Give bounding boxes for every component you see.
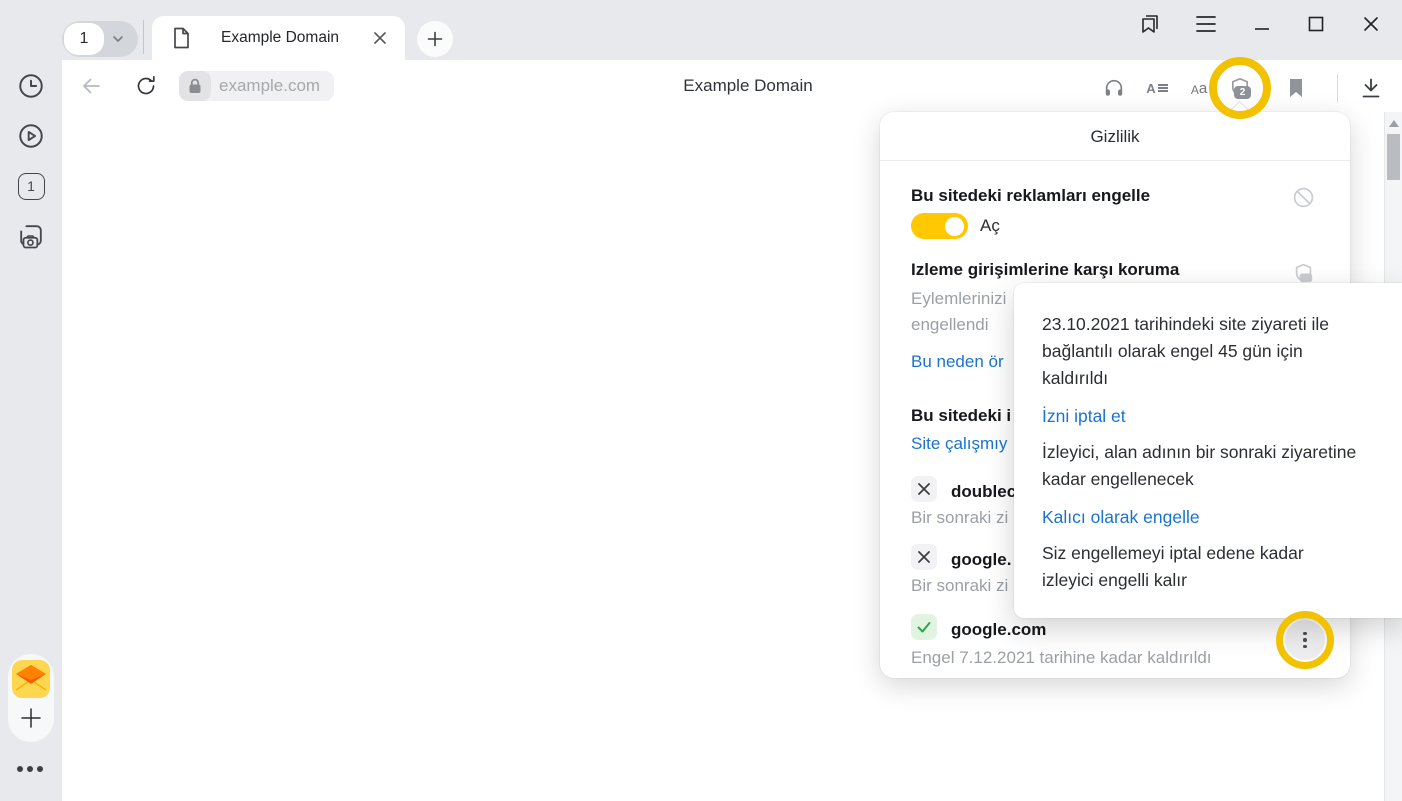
reload-button[interactable] xyxy=(134,74,158,98)
reader-mode-button[interactable]: A xyxy=(1145,76,1169,100)
sidebar-more-button[interactable] xyxy=(17,766,43,772)
tabs-panel-button[interactable]: 1 xyxy=(14,169,48,203)
translate-button[interactable]: Aa xyxy=(1187,76,1211,100)
toolbar: example.com Example Domain A Aa 2 xyxy=(62,60,1402,112)
side-panel-button[interactable] xyxy=(1136,10,1164,38)
screenshot-camera-icon xyxy=(16,221,46,251)
ssl-lock-icon[interactable] xyxy=(179,71,211,101)
browser-menu-button[interactable] xyxy=(1192,10,1220,38)
tracking-desc-line1: Eylemlerinizi xyxy=(911,289,1006,309)
back-button[interactable] xyxy=(79,74,103,98)
ads-block-toggle[interactable] xyxy=(911,213,968,239)
tracker-desc: Bir sonraki zi xyxy=(911,576,1008,596)
bookmark-button[interactable] xyxy=(1284,76,1308,100)
tabstrip-divider xyxy=(143,20,144,54)
ads-block-title: Bu sitedeki reklamları engelle xyxy=(911,186,1150,206)
sidebar: 1 xyxy=(0,0,62,801)
maximize-button[interactable] xyxy=(1302,10,1330,38)
listen-button[interactable] xyxy=(1102,76,1126,100)
chevron-down-icon xyxy=(111,32,125,46)
hamburger-menu-icon xyxy=(1195,15,1217,33)
tab-group-count: 1 xyxy=(64,23,104,55)
scroll-up-arrow[interactable] xyxy=(1389,120,1399,127)
tooltip-text: bağlantılı olarak engel 45 gün için xyxy=(1042,338,1386,365)
minimize-button[interactable] xyxy=(1248,10,1276,38)
site-trackers-title: Bu sitedeki i xyxy=(911,406,1011,426)
translate-icon: Aa xyxy=(1191,80,1207,97)
maximize-icon xyxy=(1306,14,1326,34)
tooltip-text: kadar engellenecek xyxy=(1042,466,1386,493)
collections-icon xyxy=(1138,12,1162,36)
tracking-protection-title: Izleme girişimlerine karşı koruma xyxy=(911,260,1179,280)
tooltip-text: Siz engellemeyi iptal edene kadar xyxy=(1042,540,1386,567)
tab-strip: 1 Example Domain xyxy=(0,0,1402,60)
tab-close-icon[interactable] xyxy=(369,27,391,49)
toolbar-divider xyxy=(1337,74,1338,102)
tooltip-text: 23.10.2021 tarihindeki site ziyareti ile xyxy=(1042,311,1386,338)
tracker-name: google. xyxy=(951,550,1011,570)
close-icon xyxy=(1361,14,1381,34)
address-bar[interactable]: example.com xyxy=(179,71,334,101)
minimize-icon xyxy=(1252,14,1272,34)
tracker-blocked-icon xyxy=(911,544,937,570)
tracking-desc-line2: engellendi xyxy=(911,315,989,335)
reload-icon xyxy=(134,74,158,98)
panel-title: Gizlilik xyxy=(880,112,1350,161)
headphones-icon xyxy=(1103,77,1125,99)
clock-icon xyxy=(17,72,45,100)
downloads-button[interactable] xyxy=(1359,76,1383,100)
video-button[interactable] xyxy=(14,119,48,153)
url-text: example.com xyxy=(219,76,320,96)
blocked-trackers-badge: 2 xyxy=(1234,86,1251,99)
site-not-working-link[interactable]: Site çalışmıy xyxy=(911,434,1007,454)
tooltip-text: İzleyici, alan adının bir sonraki ziyare… xyxy=(1042,439,1386,466)
new-tab-button[interactable] xyxy=(417,21,453,57)
plus-icon xyxy=(427,31,443,47)
back-arrow-icon xyxy=(79,74,103,98)
scrollbar-thumb[interactable] xyxy=(1387,134,1400,180)
tracker-options-tooltip: 23.10.2021 tarihindeki site ziyareti ile… xyxy=(1014,283,1402,618)
tracker-blocked-icon xyxy=(911,476,937,502)
tab-group-selector[interactable]: 1 xyxy=(62,21,138,57)
bookmark-icon xyxy=(1286,77,1306,99)
history-button[interactable] xyxy=(14,69,48,103)
tracker-desc: Engel 7.12.2021 tarihine kadar kaldırıld… xyxy=(911,648,1212,668)
tracker-allowed-icon xyxy=(911,614,937,640)
tracker-options-button[interactable] xyxy=(1285,620,1325,660)
browser-tab[interactable]: Example Domain xyxy=(152,16,405,60)
revoke-permission-link[interactable]: İzni iptal et xyxy=(1042,403,1386,430)
tab-title: Example Domain xyxy=(191,29,369,47)
add-app-button[interactable] xyxy=(19,706,43,730)
why-important-link[interactable]: Bu neden ör xyxy=(911,352,1004,372)
pinned-apps-container xyxy=(8,654,54,742)
block-permanently-link[interactable]: Kalıcı olarak engelle xyxy=(1042,504,1386,531)
screenshot-button[interactable] xyxy=(14,219,48,253)
ad-blocked-icon xyxy=(1292,186,1316,210)
tooltip-text: kaldırıldı xyxy=(1042,365,1386,392)
plus-icon xyxy=(20,707,42,729)
tracker-name: google.com xyxy=(951,620,1046,640)
protect-shield-button[interactable]: 2 xyxy=(1228,76,1252,100)
window-close-button[interactable] xyxy=(1357,10,1385,38)
play-circle-icon xyxy=(17,122,45,150)
page-icon xyxy=(172,27,191,49)
reader-mode-icon: A xyxy=(1146,81,1167,96)
tracker-desc: Bir sonraki zi xyxy=(911,508,1008,528)
tracker-name: doublec xyxy=(951,482,1016,502)
yandex-mail-icon[interactable] xyxy=(12,660,50,698)
tab-count-square: 1 xyxy=(18,173,45,200)
download-icon xyxy=(1359,76,1383,100)
page-title: Example Domain xyxy=(683,60,812,112)
tooltip-text: izleyici engelli kalır xyxy=(1042,567,1386,594)
toggle-label: Aç xyxy=(980,216,1000,236)
